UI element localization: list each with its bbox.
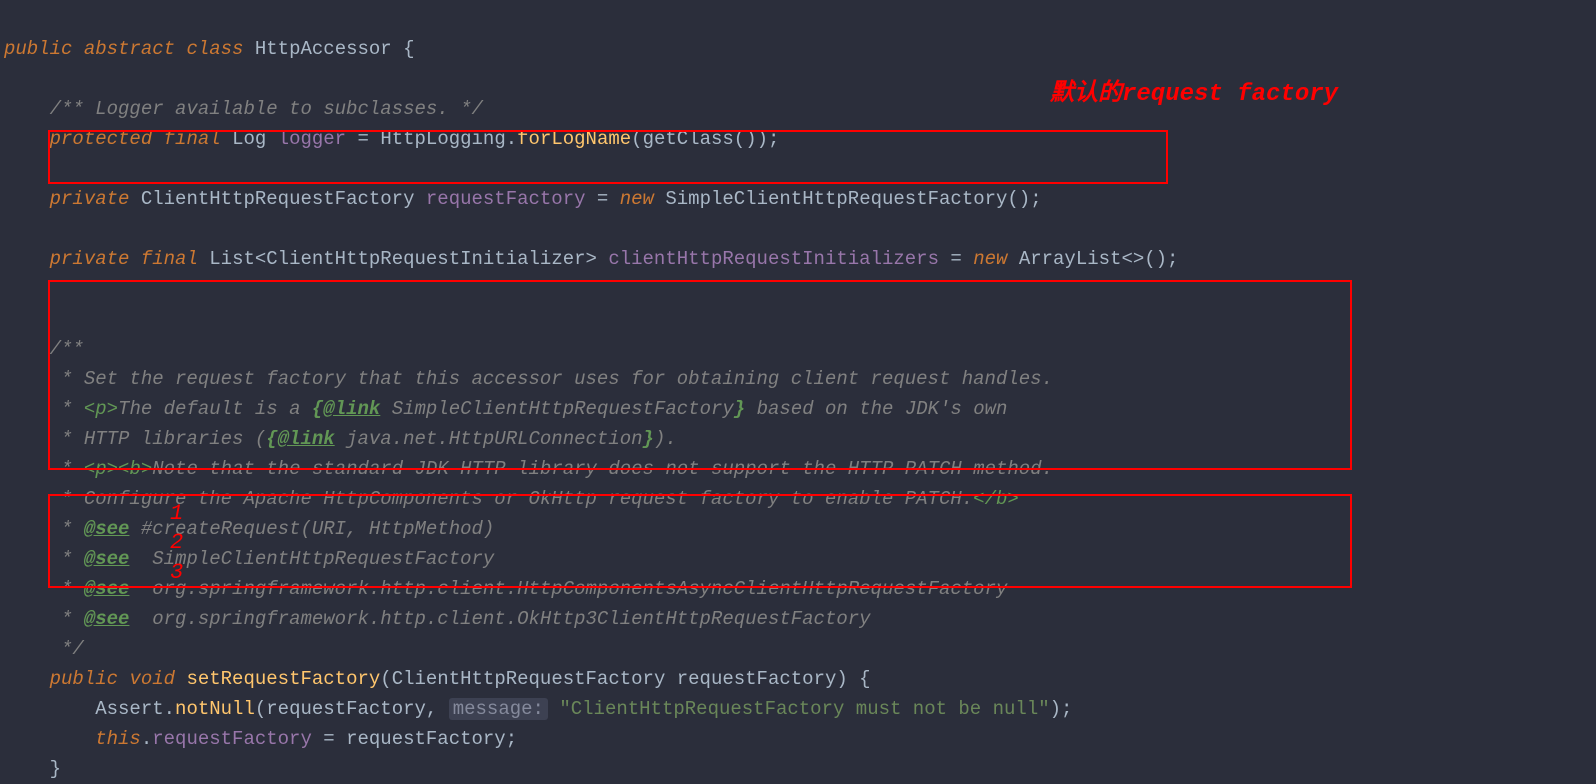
link-tag: @link (323, 398, 380, 420)
method-forlogname: forLogName (517, 128, 631, 150)
params: (ClientHttpRequestFactory requestFactory… (380, 668, 870, 690)
keyword-abstract: abstract (84, 38, 175, 60)
keyword-final: final (141, 248, 198, 270)
see-tag: @see (84, 608, 130, 630)
brace-close: } (50, 758, 61, 780)
javadoc-text: Note that the standard JDK HTTP library … (152, 458, 1053, 480)
javadoc-line: * HTTP libraries ( (50, 428, 267, 450)
keyword-class: class (186, 38, 243, 60)
html-tag-p: <p> (84, 398, 118, 420)
javadoc-start: /** (50, 338, 84, 360)
space (129, 518, 140, 540)
keyword-new: new (620, 188, 654, 210)
javadoc-line: * (50, 608, 84, 630)
ctor-call: ArrayList<>(); (1007, 248, 1178, 270)
keyword-protected: protected (50, 128, 153, 150)
annotation-num-3: 3 (170, 558, 183, 588)
field-logger: logger (278, 128, 346, 150)
see-tag: @see (84, 578, 130, 600)
keyword-void: void (129, 668, 175, 690)
keyword-private: private (50, 248, 130, 270)
method-setrequestfactory: setRequestFactory (186, 668, 380, 690)
javadoc-line: * Set the request factory that this acce… (50, 368, 1053, 390)
html-tag-b-close: </b> (973, 488, 1019, 510)
type: List<ClientHttpRequestInitializer> (198, 248, 608, 270)
class-ref: HttpLogging (380, 128, 505, 150)
link-brace: } (643, 428, 654, 450)
link-brace: { (312, 398, 323, 420)
javadoc-line: * (50, 578, 84, 600)
eq: = (346, 128, 380, 150)
see-text: org.springframework.http.client.OkHttp3C… (129, 608, 870, 630)
eq: = (586, 188, 620, 210)
annotation-num-2: 2 (170, 528, 183, 558)
see-tag: @see (84, 518, 130, 540)
javadoc-line: * Configure the Apache HttpComponents or… (50, 488, 974, 510)
keyword-public: public (4, 38, 72, 60)
keyword-this: this (95, 728, 141, 750)
code-editor: public abstract class HttpAccessor { /**… (0, 0, 1596, 784)
link-tag: @link (278, 428, 335, 450)
see-tag: @see (84, 548, 130, 570)
field-requestfactory: requestFactory (426, 188, 586, 210)
javadoc-end: */ (50, 638, 84, 660)
see-link: #createRequest(URI, HttpMethod) (141, 518, 494, 540)
assert-class: Assert. (95, 698, 175, 720)
see-text: org.springframework.http.client.HttpComp… (129, 578, 1007, 600)
javadoc-text: The default is a (118, 398, 312, 420)
type: ClientHttpRequestFactory (129, 188, 425, 210)
method-notnull: notNull (175, 698, 255, 720)
link-brace: { (266, 428, 277, 450)
javadoc-text: ). (654, 428, 677, 450)
javadoc-line: * (50, 458, 84, 480)
paren-close: ()); (734, 128, 780, 150)
link-target: java.net.HttpURLConnection (335, 428, 643, 450)
class-name: HttpAccessor (255, 38, 392, 60)
field-requestfactory: requestFactory (152, 728, 312, 750)
javadoc-line: * (50, 548, 84, 570)
keyword-new: new (973, 248, 1007, 270)
string-literal: "ClientHttpRequestFactory must not be nu… (559, 698, 1049, 720)
eq: = (939, 248, 973, 270)
html-tag-pb: <p><b> (84, 458, 152, 480)
assignment: = requestFactory; (312, 728, 517, 750)
args: (requestFactory, (255, 698, 449, 720)
annotation-label: 默认的request factory (1050, 80, 1338, 110)
javadoc-line: * (50, 518, 84, 540)
javadoc-line: * (50, 398, 84, 420)
ctor-call: SimpleClientHttpRequestFactory(); (654, 188, 1042, 210)
field-initializers: clientHttpRequestInitializers (608, 248, 939, 270)
paren-close: ); (1050, 698, 1073, 720)
annotation-num-1: 1 (170, 499, 183, 529)
keyword-public: public (50, 668, 118, 690)
link-target: SimpleClientHttpRequestFactory (380, 398, 733, 420)
see-text: SimpleClientHttpRequestFactory (129, 548, 494, 570)
keyword-private: private (50, 188, 130, 210)
dot: . (506, 128, 517, 150)
paren: ( (631, 128, 642, 150)
keyword-final: final (164, 128, 221, 150)
brace: { (392, 38, 415, 60)
comment-logger: /** Logger available to subclasses. */ (50, 98, 483, 120)
type-log: Log (232, 128, 278, 150)
dot: . (141, 728, 152, 750)
param-hint: message: (449, 698, 548, 720)
method-getclass: getClass (643, 128, 734, 150)
javadoc-text: based on the JDK's own (745, 398, 1007, 420)
link-brace: } (734, 398, 745, 420)
